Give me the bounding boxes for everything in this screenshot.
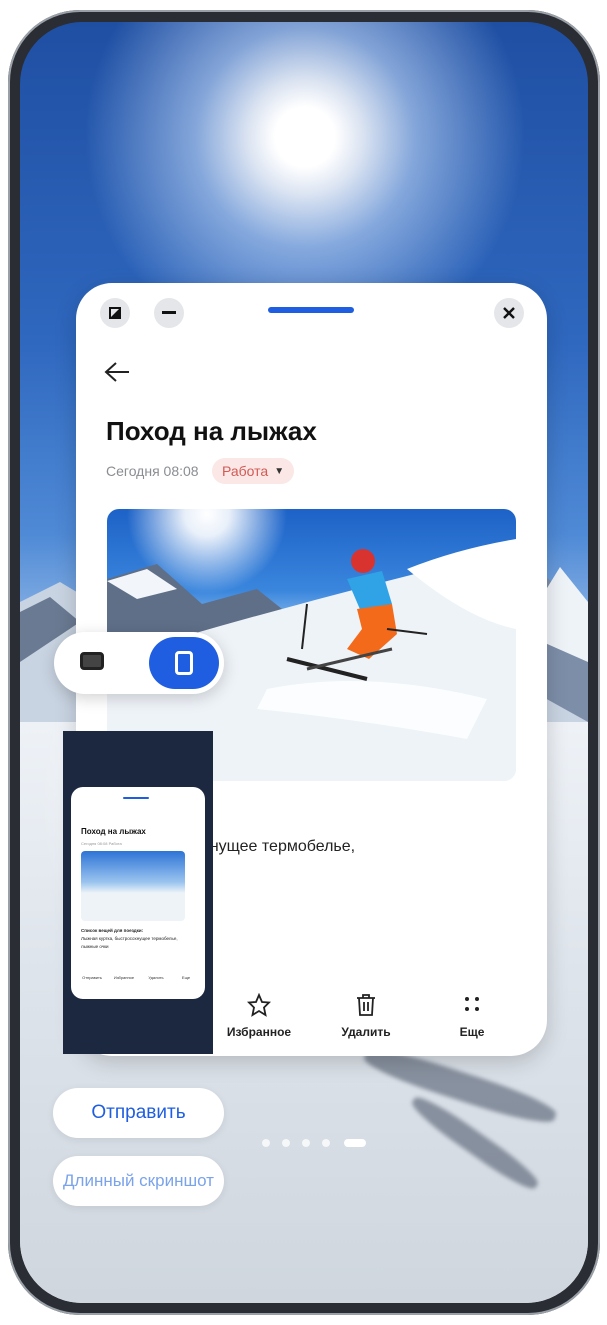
delete-label: Удалить: [341, 1025, 391, 1039]
drag-handle[interactable]: [268, 307, 354, 313]
back-arrow-icon[interactable]: [104, 359, 130, 389]
favorite-button[interactable]: Избранное: [214, 992, 304, 1039]
window-header: [76, 283, 547, 341]
thumbnail-photo: [81, 851, 185, 921]
thumbnail-text-line: лыжные очки: [81, 944, 109, 949]
more-button[interactable]: Еще: [427, 993, 517, 1039]
more-label: Еще: [459, 1025, 485, 1039]
minimize-icon[interactable]: [154, 298, 184, 328]
tag-label: Работа: [222, 463, 269, 479]
screenshot-thumbnail[interactable]: Поход на лыжах Сегодня 08:08 Работа Спис…: [63, 731, 213, 1054]
more-dots-icon: [427, 993, 517, 1025]
favorite-label: Избранное: [226, 1025, 292, 1039]
trash-icon: [321, 993, 411, 1025]
page-dot: [262, 1139, 270, 1147]
floating-window-icon[interactable]: [100, 298, 130, 328]
note-date: Сегодня 08:08: [106, 463, 199, 479]
chevron-down-icon: ▼: [274, 465, 285, 477]
thumbnail-meta: Сегодня 08:08 Работа: [81, 841, 122, 846]
page-dot: [322, 1139, 330, 1147]
thumbnail-bar-label: Удалить: [148, 975, 164, 980]
send-button[interactable]: Отправить: [53, 1088, 224, 1138]
thumbnail-bar-label: Избранное: [113, 975, 135, 980]
thumbnail-bar-label: Отправить: [82, 975, 102, 980]
page-dot-active: [344, 1139, 366, 1147]
star-icon: [214, 992, 304, 1025]
delete-button[interactable]: Удалить: [321, 993, 411, 1039]
category-tag[interactable]: Работа ▼: [212, 458, 295, 484]
thumbnail-bar-label: Еще: [181, 975, 191, 980]
screenshot-mode-toggle: [54, 632, 224, 694]
thumbnail-drag-bar: [123, 797, 149, 799]
page-dot: [282, 1139, 290, 1147]
thumbnail-text: Список вещей для поездки: Лыжная куртка,…: [81, 927, 178, 951]
close-icon[interactable]: [494, 298, 524, 328]
full-screen-mode-icon[interactable]: [80, 652, 104, 670]
long-screenshot-button[interactable]: Длинный скриншот: [53, 1156, 224, 1206]
note-title: Поход на лыжах: [106, 416, 317, 446]
window-mode-icon[interactable]: [149, 637, 219, 689]
page-dot: [302, 1139, 310, 1147]
thumbnail-title: Поход на лыжах: [81, 827, 146, 836]
thumbnail-text-line: Список вещей для поездки:: [81, 928, 144, 933]
thumbnail-note-card: Поход на лыжах Сегодня 08:08 Работа Спис…: [71, 787, 205, 999]
thumbnail-text-line: Лыжная куртка, быстросохнущее термобелье…: [81, 936, 178, 941]
